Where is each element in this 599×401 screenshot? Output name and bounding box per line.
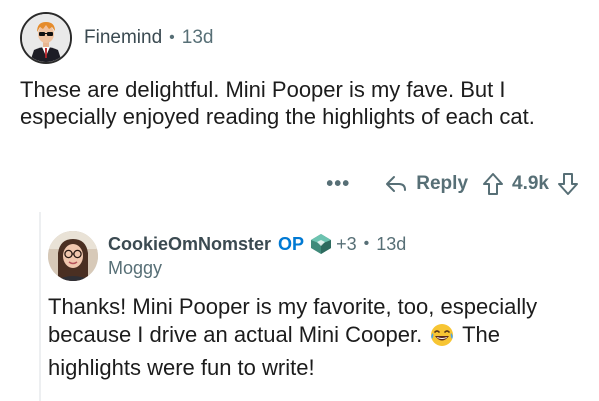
achievement-badge-icon[interactable] [310, 233, 332, 255]
laughing-crying-emoji [430, 323, 454, 354]
reply-button[interactable]: Reply [384, 173, 468, 195]
comment-meta: CookieOmNomster OP +3 • 13d Moggy [108, 233, 406, 279]
upvote-arrow-icon[interactable] [482, 172, 504, 196]
timestamp: 13d [376, 233, 407, 254]
avatar[interactable] [48, 231, 98, 281]
thread-line [39, 212, 41, 401]
avatar[interactable] [20, 12, 72, 64]
comment-body: These are delightful. Mini Pooper is my … [20, 77, 535, 129]
user-flair: Moggy [108, 258, 163, 278]
separator-dot: • [169, 29, 175, 46]
more-options-button[interactable]: ••• [326, 173, 350, 196]
op-badge: OP [278, 233, 305, 254]
comment-header: CookieOmNomster OP +3 • 13d Moggy [48, 230, 406, 282]
username[interactable]: CookieOmNomster [108, 234, 271, 255]
downvote-arrow-icon[interactable] [557, 172, 579, 196]
vote-controls: 4.9k [482, 172, 579, 196]
reply-arrow-icon [384, 173, 408, 195]
comment-actions: ••• Reply 4.9k [326, 168, 579, 200]
comment-meta: Finemind • 13d [84, 27, 213, 49]
comment-header: Finemind • 13d [20, 12, 213, 64]
reply-label: Reply [416, 173, 469, 194]
flair-extra[interactable]: +3 [336, 234, 357, 255]
comment-body: Thanks! Mini Pooper is my favorite, too,… [48, 293, 578, 382]
username[interactable]: Finemind [84, 27, 162, 49]
separator-dot: • [363, 235, 370, 252]
timestamp: 13d [181, 27, 214, 48]
vote-score: 4.9k [512, 173, 549, 194]
